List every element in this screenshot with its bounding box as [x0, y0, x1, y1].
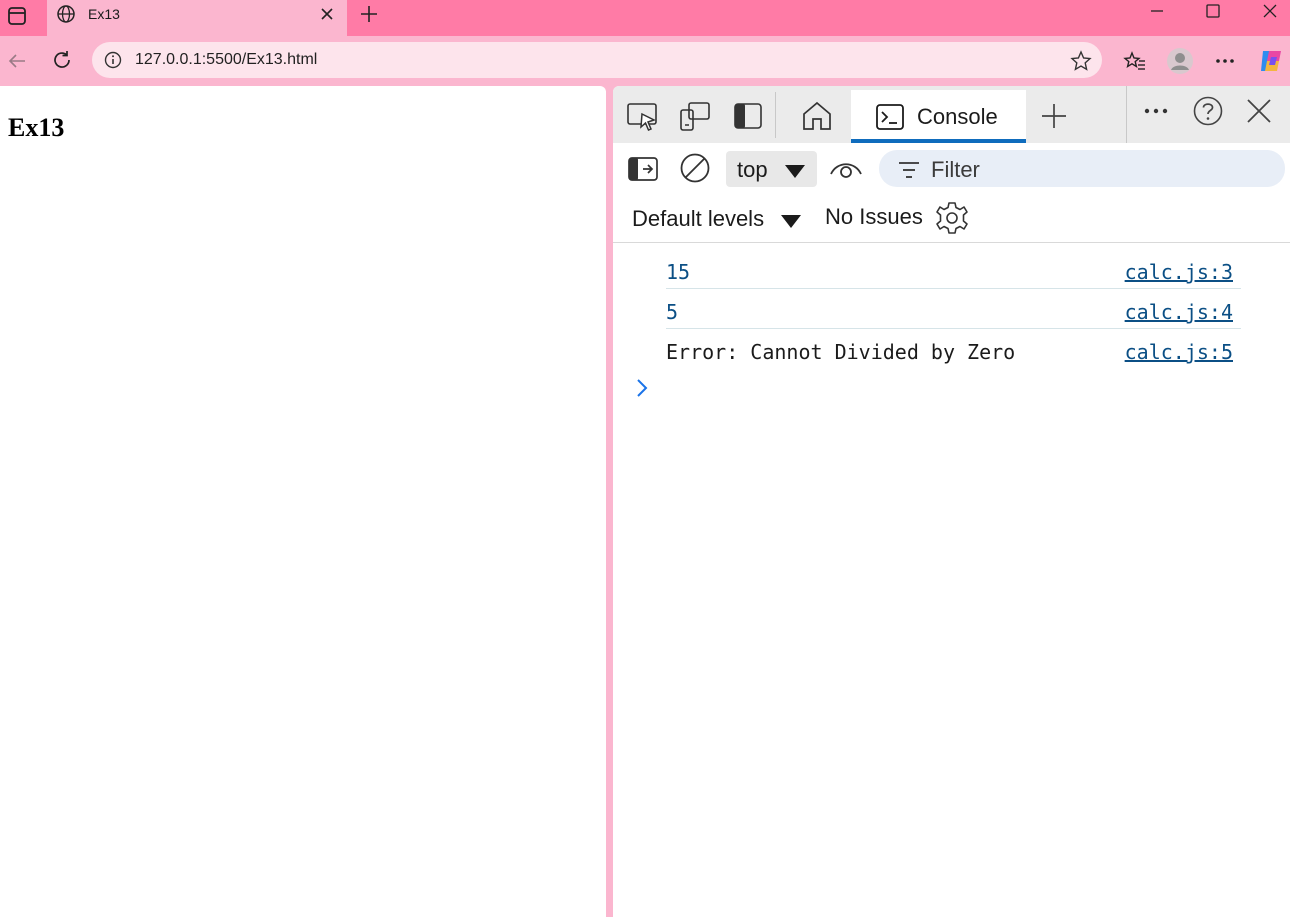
console-prompt-chevron-icon[interactable]	[634, 376, 650, 400]
favorite-star-icon[interactable]	[1070, 50, 1092, 72]
favorites-list-icon[interactable]	[1123, 50, 1147, 72]
clear-console-icon[interactable]	[679, 152, 711, 184]
close-tab-icon[interactable]	[319, 6, 335, 22]
close-window-icon[interactable]	[1262, 3, 1278, 19]
more-options-icon[interactable]	[1214, 53, 1236, 69]
inspect-element-icon[interactable]	[626, 100, 660, 132]
context-selector-label: top	[737, 157, 768, 182]
console-settings-gear-icon[interactable]	[935, 201, 969, 235]
site-info-icon[interactable]	[104, 51, 122, 69]
log-source-link[interactable]: calc.js:3	[1125, 260, 1233, 284]
maximize-icon[interactable]	[1205, 3, 1221, 19]
live-expression-eye-icon[interactable]	[829, 157, 863, 183]
console-log-row: 15 calc.js:3	[666, 248, 1241, 289]
back-icon[interactable]	[6, 50, 28, 72]
device-emulation-icon[interactable]	[679, 100, 713, 132]
dock-side-icon[interactable]	[732, 100, 764, 132]
profile-avatar-icon[interactable]	[1166, 47, 1194, 75]
log-source-link[interactable]: calc.js:5	[1125, 340, 1233, 364]
filter-icon	[897, 159, 921, 181]
filter-placeholder: Filter	[931, 157, 980, 182]
console-tab-label: Console	[917, 104, 998, 129]
show-sidebar-icon[interactable]	[627, 154, 659, 184]
new-tab-icon[interactable]	[359, 4, 379, 24]
page-viewport	[0, 86, 606, 917]
more-tools-plus-icon[interactable]	[1039, 101, 1069, 131]
globe-icon	[56, 4, 76, 24]
log-message: 15	[666, 260, 691, 284]
tab-title: Ex13	[88, 6, 120, 22]
close-devtools-icon[interactable]	[1245, 97, 1273, 125]
refresh-icon[interactable]	[51, 49, 73, 71]
tab-separator-right	[1126, 86, 1127, 143]
console-log-row: 5 calc.js:4	[666, 288, 1241, 329]
levels-dropdown-arrow-icon	[780, 213, 802, 229]
issues-counter[interactable]: No Issues	[825, 204, 923, 230]
tab-actions-icon[interactable]	[7, 6, 27, 26]
customize-devtools-icon[interactable]	[1142, 101, 1170, 121]
console-icon	[875, 102, 905, 132]
context-dropdown-arrow-icon	[784, 163, 806, 179]
welcome-home-icon[interactable]	[800, 99, 834, 133]
log-message: 5	[666, 300, 679, 324]
console-log-row: Error: Cannot Divided by Zero calc.js:5	[666, 328, 1241, 368]
log-message: Error: Cannot Divided by Zero	[666, 340, 1016, 364]
url-text: 127.0.0.1:5500/Ex13.html	[135, 51, 318, 68]
page-heading: Ex13	[8, 113, 65, 142]
help-icon[interactable]	[1192, 95, 1224, 127]
log-source-link[interactable]: calc.js:4	[1125, 300, 1233, 324]
copilot-icon[interactable]	[1257, 47, 1285, 75]
minimize-icon[interactable]	[1148, 4, 1166, 18]
toolbar-divider	[613, 242, 1290, 243]
tab-separator	[775, 92, 776, 138]
log-levels-dropdown[interactable]: Default levels	[632, 206, 764, 232]
